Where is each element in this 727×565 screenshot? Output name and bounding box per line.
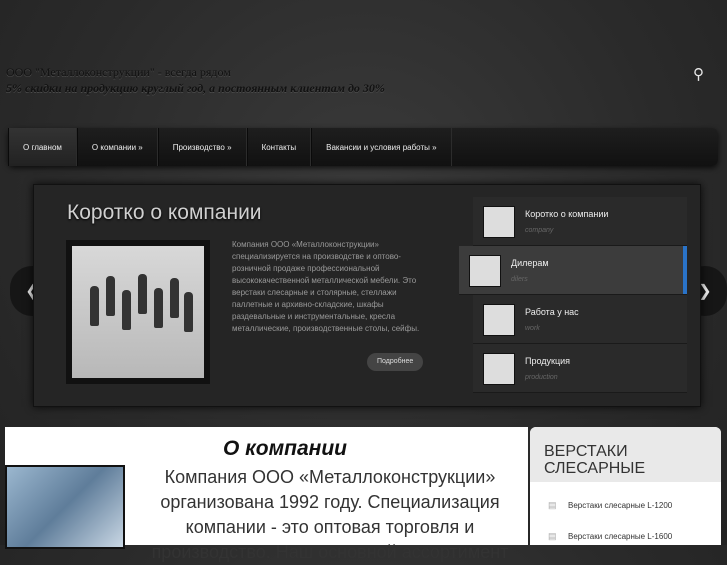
sidebar-title: ВЕРСТАКИ СЛЕСАРНЫЕ [544,443,645,477]
thumb-title: Коротко о компании [525,209,609,219]
content-text: Компания ООО «Металлоконструкции» органи… [151,467,509,562]
sidebar-title-line1: ВЕРСТАКИ [544,443,628,460]
sidebar-title-line2: СЛЕСАРНЫЕ [544,460,646,477]
slider-thumb-list: Коротко о компании company Дилерам diler… [459,197,687,393]
nav-item-production[interactable]: Производство » [157,128,247,166]
thumb-item-work[interactable]: Работа у нас work [473,295,687,344]
thumb-title: Дилерам [511,258,549,268]
thumb-subtitle: dilers [511,276,528,283]
nav-item-home[interactable]: О главном [8,128,77,166]
site-tagline: ООО "Металлоконструкции" - всегда рядом … [6,64,385,96]
search-icon[interactable]: ⚲ [693,67,707,82]
tagline-line1: ООО "Металлоконструкции" - всегда рядом [6,65,231,79]
slide-text: Компания ООО «Металлоконструкции» специа… [232,240,420,333]
sidebar-link-l1200[interactable]: Верстаки слесарные L-1200 [568,501,672,510]
thumb-subtitle: work [525,325,540,332]
document-icon: ▤ [548,500,557,510]
document-icon: ▤ [548,531,557,541]
active-indicator [683,246,687,294]
nav-item-about[interactable]: О компании » [76,128,158,166]
thumb-item-company[interactable]: Коротко о компании company [473,197,687,246]
main-content: О компании Компания ООО «Металлоконструк… [5,427,528,562]
more-button[interactable]: Подробнее [367,353,424,371]
sidebar: ВЕРСТАКИ СЛЕСАРНЫЕ ▤ Верстаки слесарные … [530,427,721,545]
slide-image [66,240,210,384]
thumb-image [469,255,501,287]
building-image [5,465,125,549]
thumb-title: Продукция [525,356,571,366]
content-title: О компании [222,437,348,460]
thumb-subtitle: production [525,374,558,381]
thumb-image [483,304,515,336]
slide-title: Коротко о компании [67,201,262,224]
thumb-item-production[interactable]: Продукция production [473,344,687,393]
sidebar-link-l1600[interactable]: Верстаки слесарные L-1600 [568,532,672,541]
thumb-title: Работа у нас [525,307,579,317]
tagline-line2: 5% скидки на продукцию круглый год, а по… [6,81,385,95]
main-nav: О главном О компании » Производство » Ко… [8,128,718,166]
sidebar-header: ВЕРСТАКИ СЛЕСАРНЫЕ [530,427,721,482]
nav-item-contacts[interactable]: Контакты [246,128,312,166]
featured-slider: Коротко о компании Компания ООО «Металло… [33,184,701,407]
thumb-image [483,353,515,385]
thumb-subtitle: company [525,227,554,234]
thumb-image [483,206,515,238]
team-photo [72,246,204,378]
thumb-item-dilers[interactable]: Дилерам dilers [459,246,687,295]
nav-item-vacancies[interactable]: Вакансии и условия работы » [311,128,452,166]
